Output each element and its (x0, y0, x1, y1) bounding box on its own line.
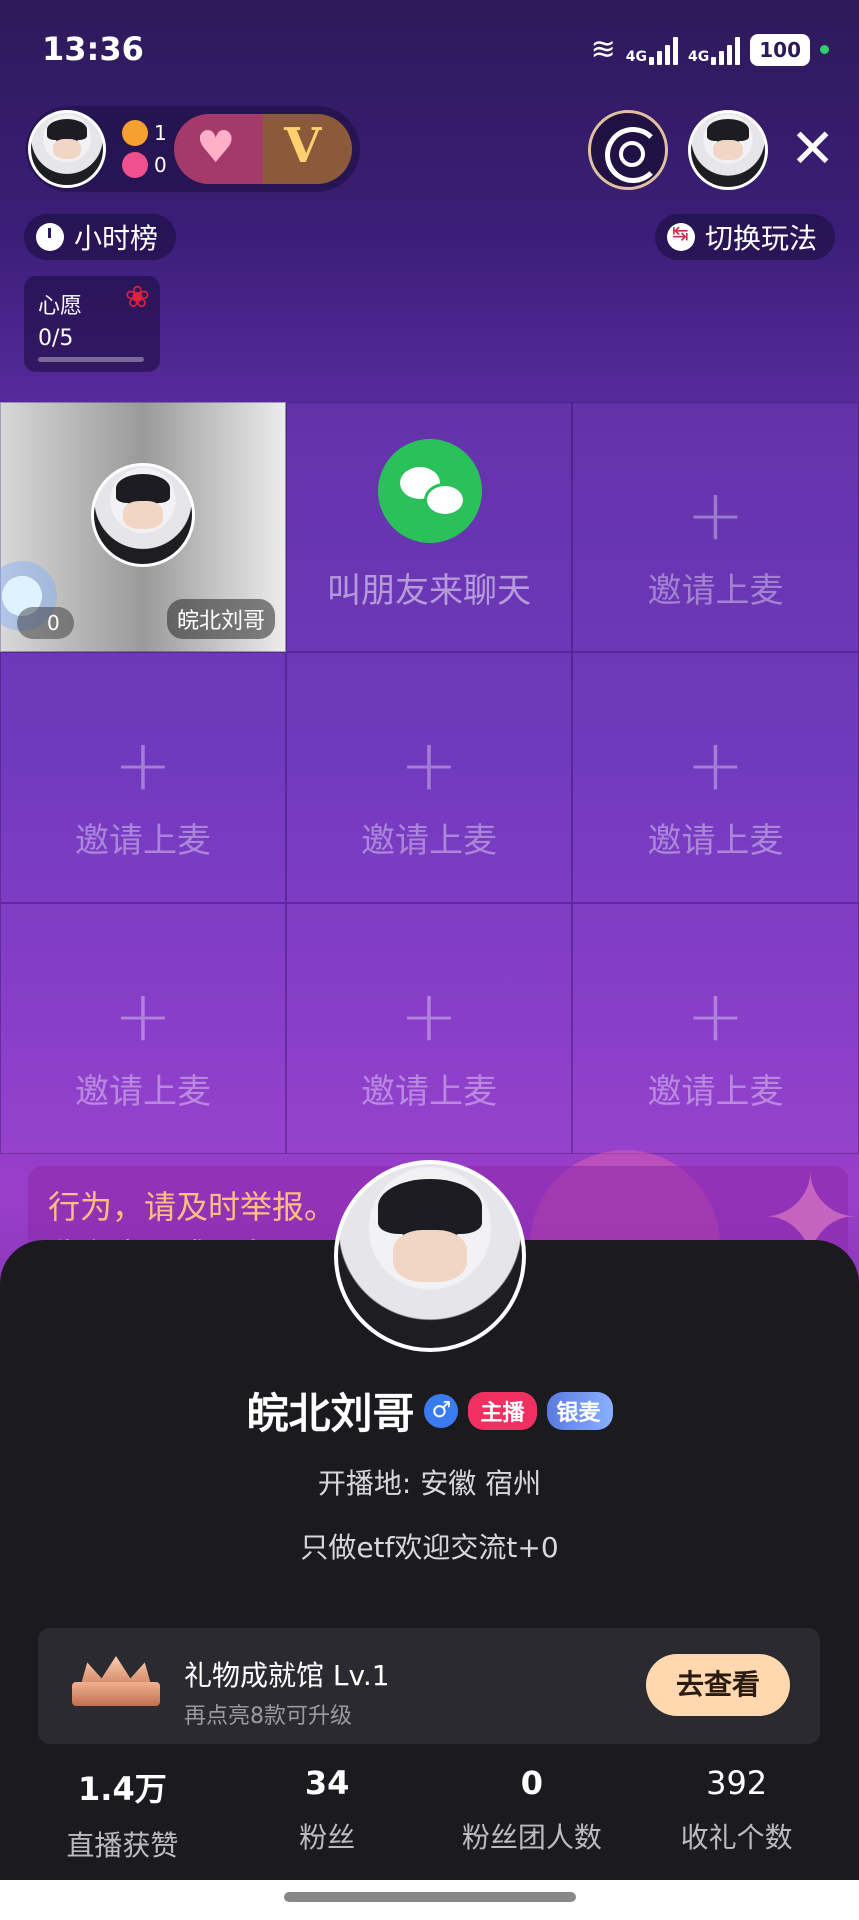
heart-icon: ♥ (196, 122, 236, 173)
crown-icon (72, 1656, 160, 1706)
follow-heart-button[interactable]: ♥ V (174, 114, 352, 184)
profile-name: 皖北刘哥 (246, 1389, 415, 1438)
viewer-count: 1 (122, 120, 167, 146)
rose-icon: ❀ (124, 280, 150, 315)
privacy-dot-icon (820, 45, 829, 54)
like-count: 0 (122, 152, 167, 178)
seat-empty[interactable]: + 邀请上麦 (0, 903, 286, 1154)
host-avatar[interactable] (28, 110, 106, 188)
notice-line-1: 行为，请及时举报。 (48, 1188, 337, 1226)
wish-title: 心愿 (38, 294, 83, 319)
home-indicator[interactable] (284, 1892, 576, 1902)
seat-host-count: 0 (17, 607, 74, 639)
seat-empty[interactable]: + 邀请上麦 (286, 903, 572, 1154)
profile-location: 开播地: 安徽 宿州 (317, 1467, 542, 1500)
achievement-subtitle: 再点亮8款可升级 (184, 1704, 352, 1729)
invite-friends-label: 叫朋友来聊天 (327, 571, 531, 611)
plus-icon: + (399, 724, 459, 806)
seat-empty[interactable]: + 邀请上麦 (572, 903, 859, 1154)
profile-stats: 1.4万 直播获赞 34 粉丝 0 粉丝团人数 392 收礼个数 (0, 1764, 859, 1864)
plus-icon: + (113, 975, 173, 1057)
seat-host-avatar (91, 463, 195, 567)
host-info-pill[interactable]: 1 0 ♥ V (26, 106, 360, 192)
status-bar: 13:36 ≋ 4G 4G 100 (0, 0, 859, 100)
wish-progress: 0/5 (38, 326, 74, 351)
heart-icon (122, 152, 148, 178)
stat-fan-club[interactable]: 0 粉丝团人数 (430, 1764, 635, 1864)
seat-empty[interactable]: + 邀请上麦 (286, 652, 572, 903)
vip-v-icon: V (284, 118, 322, 174)
seat-empty[interactable]: + 邀请上麦 (0, 652, 286, 903)
seat-host-name: 皖北刘哥 (166, 599, 275, 639)
signal-icon-2: 4G (688, 35, 741, 65)
wechat-icon (378, 439, 482, 543)
profile-bio: 只做etf欢迎交流t+0 (300, 1531, 559, 1564)
silver-mic-badge: 银麦 (546, 1391, 613, 1430)
achievement-title: 礼物成就馆 Lv.1 (184, 1659, 390, 1692)
plus-icon: + (113, 724, 173, 806)
radar-icon[interactable] (588, 110, 668, 190)
battery-icon: 100 (750, 33, 810, 66)
wish-progress-bar (38, 357, 144, 362)
clock-icon (36, 223, 64, 251)
switch-mode-chip[interactable]: 切换玩法 (654, 214, 835, 260)
plus-icon: + (399, 975, 459, 1057)
viewer-avatar[interactable] (688, 110, 768, 190)
host-badge: 主播 (468, 1391, 537, 1430)
male-icon: ♂ (424, 1393, 459, 1428)
status-icons: ≋ 4G 4G 100 (591, 32, 829, 67)
signal-icon-1: 4G (626, 35, 679, 65)
close-icon[interactable]: ✕ (790, 122, 835, 176)
status-time: 13:36 (42, 30, 144, 68)
hourly-rank-chip[interactable]: 小时榜 (24, 214, 177, 260)
seat-empty[interactable]: + 邀请上麦 (572, 652, 859, 903)
profile-avatar[interactable] (334, 1160, 526, 1352)
seat-invite-friends[interactable]: 叫朋友来聊天 (286, 402, 572, 652)
stat-likes[interactable]: 1.4万 直播获赞 (20, 1764, 225, 1864)
seat-host[interactable]: 0 皖北刘哥 (0, 402, 286, 652)
plus-icon: + (686, 474, 745, 556)
gift-achievement-card[interactable]: 礼物成就馆 Lv.1 再点亮8款可升级 去查看 (38, 1628, 820, 1744)
profile-name-row: 皖北刘哥 ♂ 主播 银麦 (0, 1380, 859, 1441)
user-icon (122, 120, 148, 146)
plus-icon: + (686, 975, 745, 1057)
stat-fans[interactable]: 34 粉丝 (225, 1764, 430, 1864)
mic-seat-grid: 0 皖北刘哥 叫朋友来聊天 + 邀请上麦 + 邀请上麦 + 邀请上麦 + 邀请上麦 + 邀… (0, 402, 859, 1154)
wifi-icon: ≋ (590, 32, 616, 67)
wish-card[interactable]: 心愿 ❀ 0/5 (24, 276, 160, 372)
stat-gifts[interactable]: 392 收礼个数 (634, 1764, 839, 1864)
seat-empty[interactable]: + 邀请上麦 (572, 402, 859, 652)
view-achievement-button[interactable]: 去查看 (646, 1654, 790, 1716)
plus-icon: + (686, 724, 745, 806)
switch-icon (666, 221, 695, 251)
